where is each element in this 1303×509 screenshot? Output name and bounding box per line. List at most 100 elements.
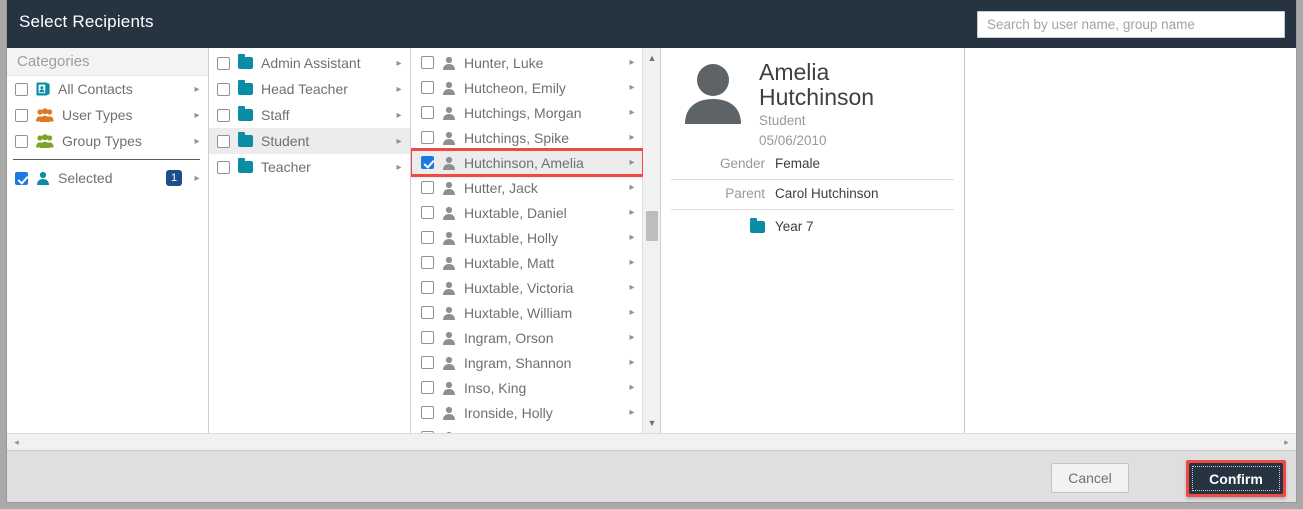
row-checkbox[interactable] bbox=[421, 331, 434, 344]
cancel-button[interactable]: Cancel bbox=[1051, 463, 1129, 493]
person-row[interactable]: Hutchings, Morgan ▸ bbox=[411, 100, 643, 125]
person-row[interactable]: ▸ bbox=[411, 425, 643, 433]
chevron-right-icon[interactable]: ▸ bbox=[190, 136, 204, 147]
chevron-right-icon[interactable]: ▸ bbox=[190, 173, 204, 184]
person-icon bbox=[442, 181, 456, 195]
row-checkbox[interactable] bbox=[421, 181, 434, 194]
chevron-right-icon[interactable]: ▸ bbox=[625, 57, 639, 68]
chevron-right-icon[interactable]: ▸ bbox=[625, 332, 639, 343]
person-icon bbox=[442, 206, 456, 220]
row-checkbox[interactable] bbox=[217, 160, 230, 174]
row-checkbox[interactable] bbox=[421, 306, 434, 319]
row-checkbox[interactable] bbox=[217, 134, 230, 148]
row-checkbox[interactable] bbox=[15, 108, 28, 122]
row-checkbox[interactable] bbox=[15, 134, 28, 148]
row-label: User Types bbox=[62, 107, 133, 123]
chevron-right-icon[interactable]: ▸ bbox=[392, 84, 406, 95]
person-icon bbox=[442, 106, 456, 120]
row-label: Head Teacher bbox=[261, 81, 348, 97]
person-row[interactable]: Hutter, Jack ▸ bbox=[411, 175, 643, 200]
row-label: Inso, King bbox=[464, 379, 527, 396]
search-input[interactable] bbox=[977, 11, 1285, 38]
row-label: Selected bbox=[58, 170, 113, 186]
person-row[interactable]: Huxtable, Holly ▸ bbox=[411, 225, 643, 250]
person-row[interactable]: Hutchings, Spike ▸ bbox=[411, 125, 643, 150]
category-row[interactable]: Group Types ▸ bbox=[7, 128, 208, 154]
hscroll-right-arrow-icon[interactable]: ▸ bbox=[1278, 434, 1295, 450]
people-vertical-scrollbar[interactable]: ▲ ▼ bbox=[642, 48, 660, 433]
folder-row[interactable]: Staff ▸ bbox=[209, 102, 410, 128]
chevron-right-icon[interactable]: ▸ bbox=[625, 207, 639, 218]
chevron-right-icon[interactable]: ▸ bbox=[625, 307, 639, 318]
chevron-right-icon[interactable]: ▸ bbox=[392, 58, 406, 69]
person-row[interactable]: Huxtable, William ▸ bbox=[411, 300, 643, 325]
avatar-placeholder-icon bbox=[685, 64, 741, 124]
row-label: Huxtable, William bbox=[464, 304, 573, 321]
horizontal-scrollbar[interactable]: ◂ ▸ bbox=[7, 433, 1296, 450]
chevron-right-icon[interactable]: ▸ bbox=[625, 407, 639, 418]
chevron-right-icon[interactable]: ▸ bbox=[625, 182, 639, 193]
person-row[interactable]: Ingram, Shannon ▸ bbox=[411, 350, 643, 375]
row-checkbox[interactable] bbox=[15, 82, 28, 96]
chevron-right-icon[interactable]: ▸ bbox=[625, 257, 639, 268]
person-row[interactable]: Huxtable, Victoria ▸ bbox=[411, 275, 643, 300]
category-row[interactable]: User Types ▸ bbox=[7, 102, 208, 128]
folder-row[interactable]: Head Teacher ▸ bbox=[209, 76, 410, 102]
chevron-right-icon[interactable]: ▸ bbox=[625, 282, 639, 293]
row-checkbox[interactable] bbox=[421, 356, 434, 369]
category-row[interactable]: All Contacts ▸ bbox=[7, 76, 208, 102]
detail-last-name: Hutchinson bbox=[759, 84, 875, 110]
row-checkbox[interactable] bbox=[421, 381, 434, 394]
scrollbar-thumb[interactable] bbox=[646, 211, 658, 241]
folder-row[interactable]: Teacher ▸ bbox=[209, 154, 410, 180]
person-row[interactable]: Hutcheon, Emily ▸ bbox=[411, 75, 643, 100]
person-row[interactable]: Inso, King ▸ bbox=[411, 375, 643, 400]
scroll-up-arrow-icon[interactable]: ▲ bbox=[643, 50, 661, 66]
row-checkbox[interactable] bbox=[217, 56, 230, 70]
row-checkbox[interactable] bbox=[421, 256, 434, 269]
row-checkbox[interactable] bbox=[421, 81, 434, 94]
row-checkbox[interactable] bbox=[421, 131, 434, 144]
row-checkbox[interactable] bbox=[421, 106, 434, 119]
chevron-right-icon[interactable]: ▸ bbox=[625, 232, 639, 243]
chevron-right-icon[interactable]: ▸ bbox=[392, 136, 406, 147]
chevron-right-icon[interactable]: ▸ bbox=[625, 132, 639, 143]
chevron-right-icon[interactable]: ▸ bbox=[625, 82, 639, 93]
detail-field-parent-value: Carol Hutchinson bbox=[775, 186, 879, 201]
chevron-right-icon[interactable]: ▸ bbox=[625, 107, 639, 118]
row-checkbox[interactable] bbox=[421, 406, 434, 419]
chevron-right-icon[interactable]: ▸ bbox=[625, 157, 639, 168]
row-checkbox[interactable] bbox=[217, 108, 230, 122]
person-row[interactable]: Huxtable, Daniel ▸ bbox=[411, 200, 643, 225]
row-checkbox[interactable] bbox=[421, 156, 434, 169]
row-checkbox[interactable] bbox=[15, 171, 28, 185]
person-icon bbox=[442, 231, 456, 245]
row-checkbox[interactable] bbox=[421, 56, 434, 69]
person-row[interactable]: Ironside, Holly ▸ bbox=[411, 400, 643, 425]
category-row[interactable]: Selected 1 ▸ bbox=[7, 165, 208, 191]
person-icon bbox=[442, 81, 456, 95]
chevron-right-icon[interactable]: ▸ bbox=[190, 84, 204, 95]
chevron-right-icon[interactable]: ▸ bbox=[392, 162, 406, 173]
row-checkbox[interactable] bbox=[217, 82, 230, 96]
chevron-right-icon[interactable]: ▸ bbox=[625, 357, 639, 368]
person-icon bbox=[442, 256, 456, 270]
row-checkbox[interactable] bbox=[421, 231, 434, 244]
person-row[interactable]: Hunter, Luke ▸ bbox=[411, 50, 643, 75]
chevron-right-icon[interactable]: ▸ bbox=[392, 110, 406, 121]
person-row[interactable]: Huxtable, Matt ▸ bbox=[411, 250, 643, 275]
folder-row[interactable]: Admin Assistant ▸ bbox=[209, 50, 410, 76]
confirm-button[interactable]: Confirm bbox=[1189, 463, 1283, 494]
row-checkbox[interactable] bbox=[421, 206, 434, 219]
row-checkbox[interactable] bbox=[421, 281, 434, 294]
person-icon bbox=[442, 381, 456, 395]
person-row[interactable]: Hutchinson, Amelia ▸ bbox=[411, 148, 643, 177]
scroll-down-arrow-icon[interactable]: ▼ bbox=[643, 415, 661, 431]
person-row[interactable]: Ingram, Orson ▸ bbox=[411, 325, 643, 350]
hscroll-left-arrow-icon[interactable]: ◂ bbox=[8, 434, 25, 450]
detail-group-label: Year 7 bbox=[775, 219, 814, 234]
chevron-right-icon[interactable]: ▸ bbox=[190, 110, 204, 121]
chevron-right-icon[interactable]: ▸ bbox=[625, 382, 639, 393]
person-icon bbox=[442, 406, 456, 420]
folder-row[interactable]: Student ▸ bbox=[209, 128, 410, 154]
